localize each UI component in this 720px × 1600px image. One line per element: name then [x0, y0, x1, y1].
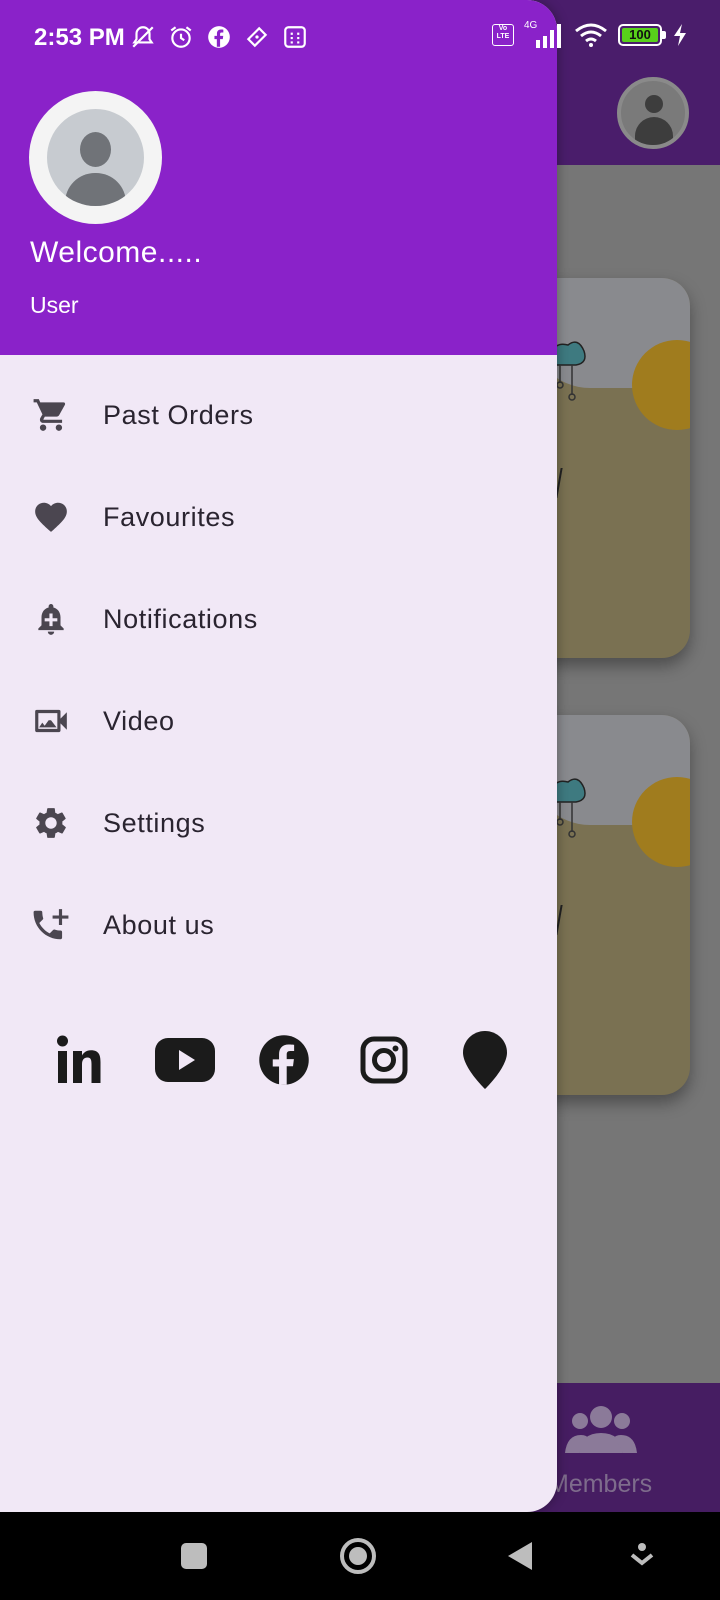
youtube-icon[interactable]	[155, 1030, 215, 1090]
navigation-drawer: Welcome..... User Past Orders Favourites…	[0, 0, 557, 1512]
status-time: 2:53 PM	[34, 24, 125, 51]
menu-item-label: About us	[103, 909, 215, 940]
back-triangle-icon	[508, 1542, 532, 1570]
menu-item-favourites[interactable]: Favourites	[0, 472, 557, 562]
members-icon[interactable]	[565, 1403, 637, 1455]
calculator-icon	[284, 26, 306, 48]
cellular-signal-icon: 4G	[524, 20, 564, 48]
menu-item-settings[interactable]: Settings	[0, 778, 557, 868]
location-pin-icon[interactable]	[460, 1030, 510, 1090]
menu-item-label: Settings	[103, 807, 206, 838]
user-name: User	[30, 292, 79, 318]
charging-bolt-icon	[674, 24, 686, 46]
facebook-notification-icon	[208, 26, 230, 48]
phone-plus-icon	[33, 909, 69, 940]
menu-item-label: Past Orders	[103, 399, 254, 430]
user-placeholder-icon	[47, 109, 144, 206]
bell-plus-icon	[38, 603, 64, 635]
linkedin-icon[interactable]	[55, 1030, 107, 1090]
menu-item-past-orders[interactable]: Past Orders	[0, 370, 557, 460]
instagram-icon[interactable]	[358, 1030, 410, 1090]
system-navigation-bar	[0, 1512, 720, 1600]
menu-item-notifications[interactable]: Notifications	[0, 574, 557, 664]
recents-button[interactable]	[170, 1532, 218, 1580]
status-system-icons: Vo LTE 4G 100	[492, 20, 688, 48]
members-tab-label[interactable]: Members	[548, 1470, 652, 1499]
menu-item-label: Notifications	[103, 603, 258, 634]
cart-icon	[33, 399, 66, 431]
menu-item-label: Video	[103, 705, 175, 736]
volte-icon: Vo LTE	[492, 24, 514, 46]
background-profile-avatar[interactable]	[617, 77, 689, 149]
alarm-icon	[170, 26, 192, 48]
welcome-text: Welcome.....	[30, 236, 203, 269]
battery-icon: 100	[618, 24, 666, 46]
profile-avatar[interactable]	[29, 91, 162, 224]
home-button[interactable]	[334, 1532, 382, 1580]
facebook-icon[interactable]	[256, 1030, 312, 1090]
status-bar: 2:53 PM Vo LTE 4G 100	[0, 0, 720, 78]
bell-off-icon	[132, 26, 154, 48]
menu-item-video[interactable]: Video	[0, 676, 557, 766]
menu-item-about-us[interactable]: About us	[0, 880, 557, 970]
battery-level: 100	[629, 27, 651, 42]
square-icon	[181, 1543, 207, 1569]
social-links	[0, 1030, 557, 1090]
status-notification-icons	[130, 24, 308, 50]
home-circle-icon	[340, 1538, 376, 1574]
notification-pull-button[interactable]	[618, 1532, 666, 1580]
gear-icon	[36, 808, 66, 838]
pull-down-icon	[630, 1543, 654, 1566]
back-button[interactable]	[496, 1532, 544, 1580]
heart-icon	[35, 502, 67, 532]
wifi-icon	[575, 23, 607, 47]
video-icon	[35, 709, 67, 733]
ticket-icon	[246, 26, 268, 48]
menu-item-label: Favourites	[103, 501, 236, 532]
